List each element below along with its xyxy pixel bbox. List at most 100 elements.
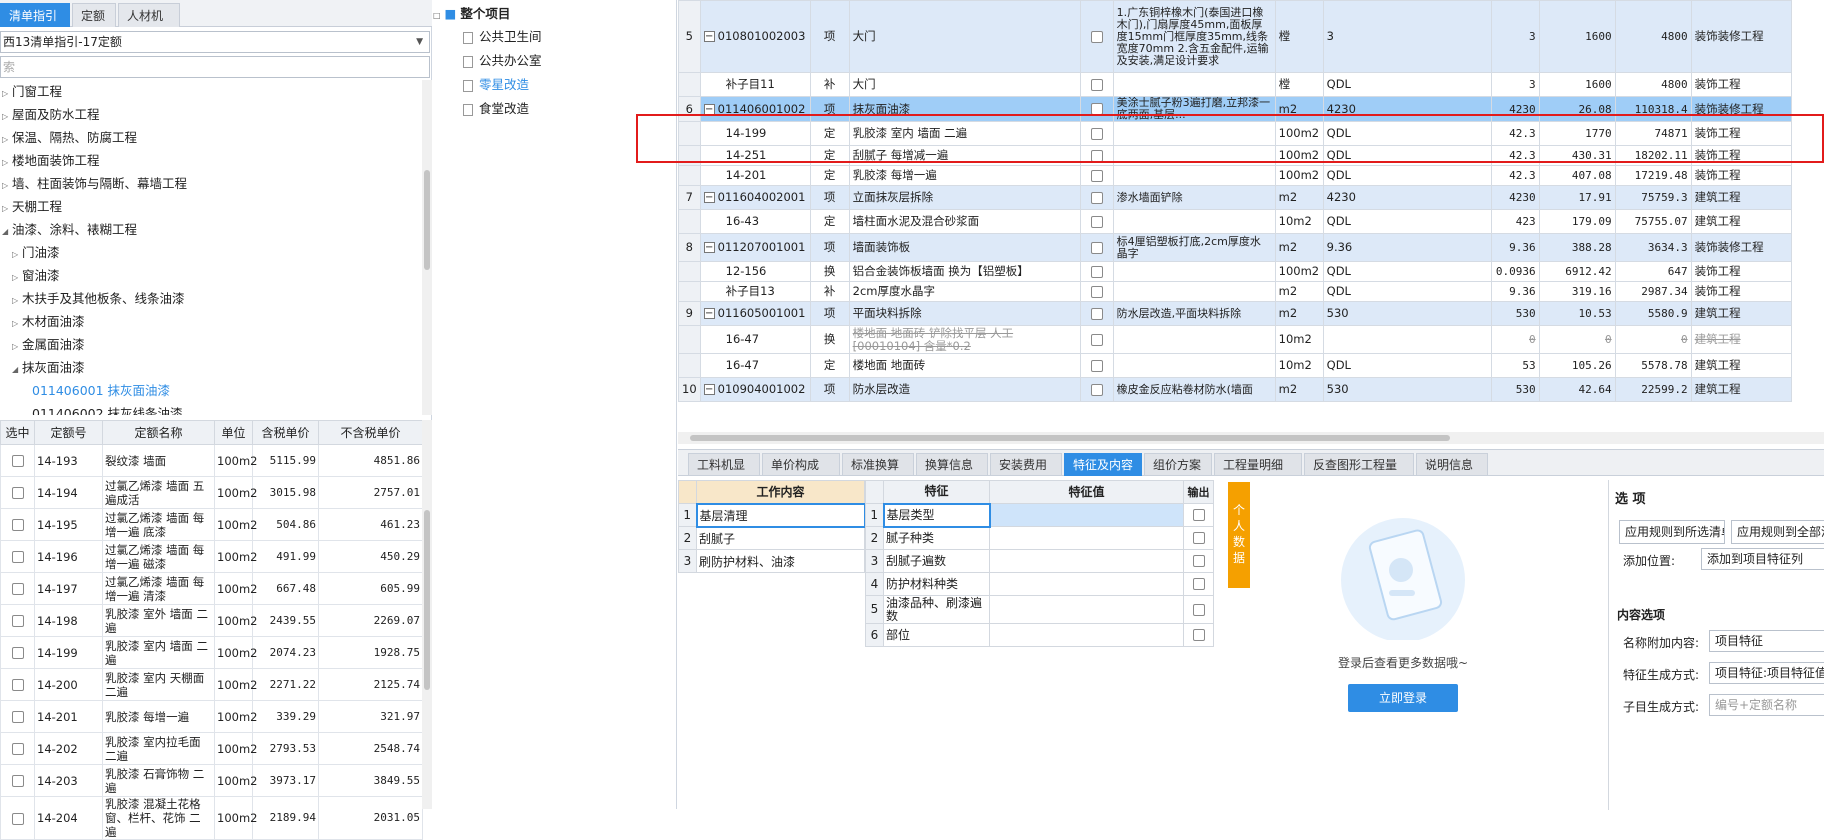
item-code[interactable]: 12-156 xyxy=(699,261,811,282)
item-name[interactable]: 铝合金装饰板墙面 换为【铝塑板】 xyxy=(848,261,1081,282)
quota-scrollbar[interactable] xyxy=(422,420,432,809)
tree-scroll-thumb[interactable] xyxy=(424,170,430,270)
row-checkbox[interactable] xyxy=(1090,30,1103,43)
caret-closed-icon[interactable]: ▷ xyxy=(2,197,12,220)
item-feature[interactable] xyxy=(1112,325,1276,354)
work-row[interactable]: 2 刮腻子 xyxy=(678,526,865,550)
tree-node[interactable]: ▷ 屋面及防水工程 xyxy=(2,103,100,126)
feature-value[interactable] xyxy=(989,595,1184,624)
output-checkbox[interactable] xyxy=(1192,578,1205,590)
tree-node[interactable]: 011406002 抹灰线条油漆 xyxy=(22,402,183,415)
tree-node[interactable]: ▷ 金属面油漆 xyxy=(12,333,85,356)
table-row[interactable]: 14-199 乳胶漆 室内 墙面 二遍 100m2 2074.23 1928.75 xyxy=(0,636,423,669)
row-checkbox[interactable] xyxy=(11,487,24,499)
caret-closed-icon[interactable]: ▷ xyxy=(12,289,22,312)
tree-node[interactable]: ▷ 窗油漆 xyxy=(12,264,60,287)
tree-node[interactable]: ▷ 天棚工程 xyxy=(2,195,62,218)
output-checkbox[interactable] xyxy=(1192,629,1205,641)
caret-closed-icon[interactable]: ▷ xyxy=(2,82,12,105)
child-gen-select[interactable]: 编号+定额名称 xyxy=(1709,694,1824,716)
item-name[interactable]: 防水层改造 xyxy=(848,377,1081,402)
item-code[interactable]: 16-47 xyxy=(699,353,811,378)
tree-node[interactable]: ◢ 油漆、涂料、裱糊工程 xyxy=(2,218,137,241)
feature-name[interactable]: 防护材料种类 xyxy=(883,572,990,596)
table-row[interactable]: 14-201 乳胶漆 每增一遍 100m2 339.29 321.97 xyxy=(0,700,423,733)
feature-gen-select[interactable]: 项目特征:项目特征值 xyxy=(1709,662,1824,684)
feature-value[interactable] xyxy=(989,549,1184,573)
row-checkbox[interactable] xyxy=(11,519,24,531)
item-name[interactable]: 墙面装饰板 xyxy=(848,233,1081,262)
item-name[interactable]: 2cm厚度水晶字 xyxy=(848,281,1081,302)
item-code[interactable]: 14-201 xyxy=(699,165,811,186)
item-qty-expr[interactable]: QDL xyxy=(1322,165,1492,186)
feature-value[interactable] xyxy=(989,526,1184,550)
table-row[interactable]: 14-202 乳胶漆 室内拉毛面 二遍 100m2 2793.53 2548.74 xyxy=(0,732,423,765)
tree-root[interactable]: □ ■ 整个项目 xyxy=(433,3,510,25)
caret-closed-icon[interactable]: ▷ xyxy=(2,151,12,174)
bill-row[interactable]: 9−011605001001 项平面块料拆除 防水层改造,平面块料拆除 m2 530 53… xyxy=(678,301,1792,326)
caret-closed-icon[interactable]: ▷ xyxy=(12,312,22,335)
row-checkbox[interactable] xyxy=(1090,241,1103,254)
bill-row[interactable]: 8−011207001001 项墙面装饰板 标4厘铝塑板打底,2cm厚度水晶字 m2 9… xyxy=(678,233,1792,262)
tree-node[interactable]: ▷ 门油漆 xyxy=(12,241,60,264)
search-input[interactable]: 索 xyxy=(0,56,430,78)
quota-scroll-thumb[interactable] xyxy=(424,510,430,690)
item-code[interactable]: 16-47 xyxy=(699,325,811,354)
feature-name[interactable]: 部位 xyxy=(883,623,990,647)
item-feature[interactable] xyxy=(1112,281,1276,302)
table-row[interactable]: 14-194 过氯乙烯漆 墙面 五遍成活 100m2 3015.98 2757.01 xyxy=(0,476,423,509)
table-row[interactable]: 14-200 乳胶漆 室内 天棚面 二遍 100m2 2271.22 2125.74 xyxy=(0,668,423,701)
item-code[interactable]: 补子目11 xyxy=(699,72,811,97)
collapse-icon[interactable]: − xyxy=(703,308,715,319)
item-code[interactable]: 补子目13 xyxy=(699,281,811,302)
item-qty-expr[interactable]: QDL xyxy=(1322,353,1492,378)
feature-row[interactable]: 2 腻子种类 xyxy=(865,526,1214,550)
tab-bottom-4[interactable]: 安装费用 xyxy=(990,453,1062,476)
collapse-icon[interactable]: − xyxy=(703,242,715,253)
output-checkbox[interactable] xyxy=(1192,603,1205,616)
row-checkbox[interactable] xyxy=(11,583,24,595)
work-item[interactable]: 刷防护材料、油漆 xyxy=(696,549,865,573)
output-checkbox[interactable] xyxy=(1192,555,1205,567)
item-name[interactable]: 大门 xyxy=(848,0,1081,73)
personal-data-tab[interactable]: 个人数据 xyxy=(1228,482,1250,588)
tab-bottom-6[interactable]: 组价方案 xyxy=(1144,453,1212,476)
item-qty-expr[interactable]: QDL xyxy=(1322,261,1492,282)
table-row[interactable]: 14-197 过氯乙烯漆 墙面 每增一遍 清漆 100m2 667.48 605.99 xyxy=(0,572,423,605)
tree-node[interactable]: ◢ 抹灰面油漆 xyxy=(12,356,85,379)
row-checkbox[interactable] xyxy=(11,775,24,787)
feature-name[interactable]: 油漆品种、刷漆遍数 xyxy=(883,595,990,624)
item-qty-expr[interactable] xyxy=(1322,325,1492,354)
tree-node[interactable]: ▷ 木材面油漆 xyxy=(12,310,85,333)
bill-row[interactable]: 补子目11 补大门 樘 QDL 3 1600 4800 装饰工程 xyxy=(678,72,1792,97)
row-checkbox[interactable] xyxy=(1090,191,1103,204)
feature-row[interactable]: 3 刮腻子遍数 xyxy=(865,549,1214,573)
table-row[interactable]: 14-204 乳胶漆 混凝土花格窗、栏杆、花饰 二遍 100m2 2189.94 203… xyxy=(0,796,423,840)
table-row[interactable]: 14-195 过氯乙烯漆 墙面 每增一遍 底漆 100m2 504.86 461.23 xyxy=(0,508,423,541)
item-name[interactable]: 大门 xyxy=(848,72,1081,97)
row-checkbox[interactable] xyxy=(1090,78,1103,91)
tab-bottom-5[interactable]: 特征及内容 xyxy=(1064,453,1142,476)
tree-node[interactable]: ▷ 木扶手及其他板条、线条油漆 xyxy=(12,287,185,310)
item-feature[interactable] xyxy=(1112,261,1276,282)
row-checkbox[interactable] xyxy=(1090,285,1103,298)
work-row[interactable]: 3 刷防护材料、油漆 xyxy=(678,549,865,573)
row-checkbox[interactable] xyxy=(1090,265,1103,278)
work-item[interactable]: 基层清理 xyxy=(695,502,866,528)
item-qty-expr[interactable]: 530 xyxy=(1322,301,1492,326)
feature-value[interactable] xyxy=(989,572,1184,596)
feature-row[interactable]: 5 油漆品种、刷漆遍数 xyxy=(865,595,1214,624)
item-qty-expr[interactable]: 9.36 xyxy=(1322,233,1492,262)
tab-labor-material[interactable]: 人材机 xyxy=(118,3,180,27)
caret-closed-icon[interactable]: ▷ xyxy=(2,174,12,197)
apply-all-button[interactable]: 应用规则到全部清单 xyxy=(1731,520,1824,544)
tree-scrollbar[interactable] xyxy=(422,80,432,415)
tree-item-public-toilet[interactable]: 公共卫生间 xyxy=(463,26,542,48)
item-qty-expr[interactable]: 3 xyxy=(1322,0,1492,73)
feature-value[interactable] xyxy=(989,623,1184,647)
item-qty-expr[interactable]: 4230 xyxy=(1322,185,1492,210)
apply-selected-button[interactable]: 应用规则到所选清单 xyxy=(1619,520,1725,544)
item-code[interactable]: −011605001001 xyxy=(699,301,811,326)
work-item[interactable]: 刮腻子 xyxy=(696,526,865,550)
collapse-icon[interactable]: − xyxy=(703,103,715,115)
